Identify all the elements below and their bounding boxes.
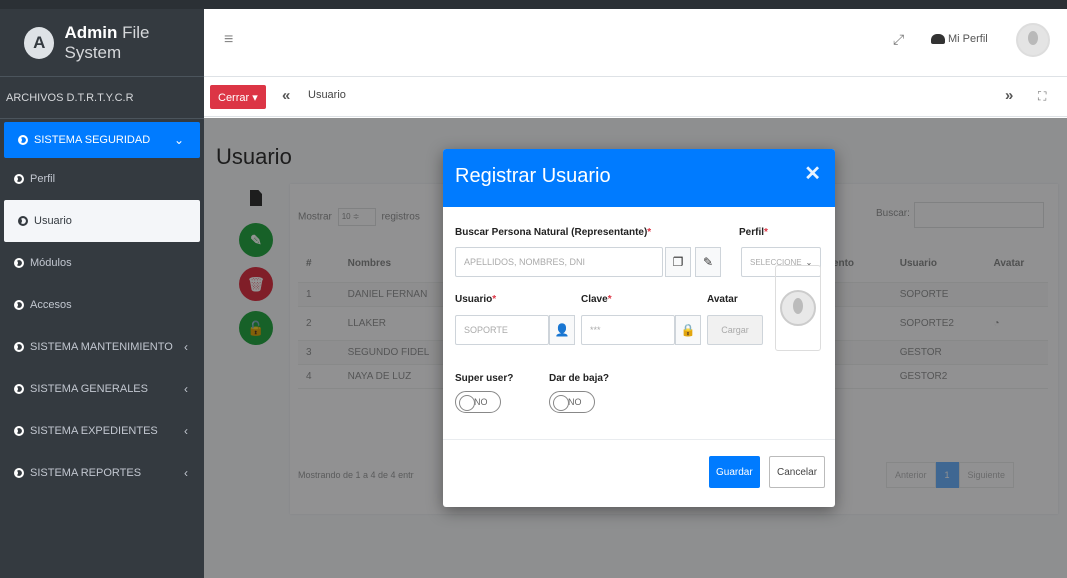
modal-header: Registrar Usuario ✕ (443, 149, 835, 207)
top-navbar: ≡ ⤢ Mi Perfil (204, 9, 1067, 77)
sidebar-item-label: Perfil (30, 173, 56, 185)
hamburger-menu-icon[interactable]: ≡ (224, 31, 233, 49)
search-person-label: Buscar Persona Natural (Representante)* (455, 227, 652, 238)
sidebar: A Admin File System ARCHIVOS D.T.R.T.Y.C… (0, 9, 204, 578)
clave-label: Clave* (581, 294, 612, 305)
sidebar-item-usuario[interactable]: Usuario (4, 200, 200, 242)
chevron-left-icon: ‹ (184, 382, 188, 396)
sidebar-item-accesos[interactable]: Accesos (0, 284, 204, 326)
avatar-label: Avatar (707, 294, 738, 305)
fullscreen-icon[interactable]: ⛶ (1038, 89, 1046, 104)
sidebar-item-label: SISTEMA GENERALES (30, 383, 148, 395)
sidebar-item-label: SISTEMA SEGURIDAD (34, 134, 151, 146)
avatar[interactable] (1016, 23, 1050, 57)
search-person-input[interactable]: APELLIDOS, NOMBRES, DNI (455, 247, 663, 277)
usuario-input[interactable]: SOPORTE (455, 315, 549, 345)
baja-toggle[interactable]: NO (549, 391, 595, 413)
sidebar-item-label: Usuario (34, 215, 72, 227)
superuser-label: Super user? (455, 373, 514, 384)
tab-usuario[interactable]: Usuario (308, 89, 346, 101)
cancel-button[interactable]: Cancelar (769, 456, 826, 488)
top-strip (0, 0, 1067, 9)
profile-label: Mi Perfil (948, 33, 988, 45)
tab-scroll-right-icon[interactable]: » (1005, 87, 1013, 104)
chevron-left-icon: ‹ (184, 424, 188, 438)
circle-icon (14, 258, 24, 268)
baja-label: Dar de baja? (549, 373, 610, 384)
brand-text: Admin File System (64, 22, 150, 62)
circle-icon (18, 216, 28, 226)
user-icon: 👤 (549, 315, 575, 345)
cargar-button[interactable]: Cargar (707, 315, 763, 345)
register-user-modal: Registrar Usuario ✕ Buscar Persona Natur… (443, 149, 835, 507)
sidebar-item-modulos[interactable]: Módulos (0, 242, 204, 284)
user-placeholder-icon (780, 290, 816, 326)
expand-icon[interactable]: ⤢ (893, 31, 904, 48)
circle-icon (18, 135, 28, 145)
perfil-label: Perfil* (739, 227, 768, 238)
sidebar-item-label: SISTEMA MANTENIMIENTO (30, 341, 173, 353)
lock-icon: 🔒 (675, 315, 701, 345)
avatar-preview (775, 265, 821, 351)
sidebar-item-perfil[interactable]: Perfil (0, 158, 204, 200)
usuario-label: Usuario* (455, 294, 497, 305)
chevron-down-icon: ⌄ (173, 133, 184, 147)
save-button[interactable]: Guardar (709, 456, 760, 488)
superuser-toggle[interactable]: NO (455, 391, 501, 413)
users-icon (931, 34, 945, 44)
sidebar-user-label: ARCHIVOS D.T.R.T.Y.C.R (0, 77, 204, 119)
sidebar-item-sistema-generales[interactable]: SISTEMA GENERALES ‹ (0, 368, 204, 410)
circle-icon (14, 426, 24, 436)
close-icon[interactable]: ✕ (804, 161, 821, 186)
circle-icon (14, 300, 24, 310)
tab-scroll-left-icon[interactable]: « (282, 87, 290, 104)
copy-icon[interactable]: ❐ (665, 247, 691, 277)
sidebar-item-sistema-reportes[interactable]: SISTEMA REPORTES ‹ (0, 452, 204, 494)
profile-link[interactable]: Mi Perfil (931, 33, 988, 45)
sidebar-item-label: SISTEMA REPORTES (30, 467, 142, 479)
sidebar-item-sistema-expedientes[interactable]: SISTEMA EXPEDIENTES ‹ (0, 410, 204, 452)
close-tabs-dropdown-button[interactable]: Cerrar ▾ (210, 85, 266, 109)
sidebar-item-label: Accesos (30, 299, 72, 311)
brand-link[interactable]: A Admin File System (0, 9, 204, 77)
sidebar-item-label: Módulos (30, 257, 72, 269)
circle-icon (14, 384, 24, 394)
circle-icon (14, 174, 24, 184)
edit-icon[interactable]: ✎ (695, 247, 721, 277)
tab-bar: Cerrar ▾ « Usuario » ⛶ (204, 77, 1067, 117)
sidebar-item-sistema-mantenimiento[interactable]: SISTEMA MANTENIMIENTO ‹ (0, 326, 204, 368)
chevron-left-icon: ‹ (184, 466, 188, 480)
circle-icon (14, 342, 24, 352)
circle-icon (14, 468, 24, 478)
clave-input[interactable]: *** (581, 315, 675, 345)
modal-footer: Guardar Cancelar (443, 439, 835, 507)
sidebar-item-sistema-seguridad[interactable]: SISTEMA SEGURIDAD ⌄ (4, 122, 200, 158)
chevron-left-icon: ‹ (184, 340, 188, 354)
sidebar-item-label: SISTEMA EXPEDIENTES (30, 425, 158, 437)
modal-title: Registrar Usuario (455, 165, 611, 187)
brand-logo: A (24, 26, 55, 59)
